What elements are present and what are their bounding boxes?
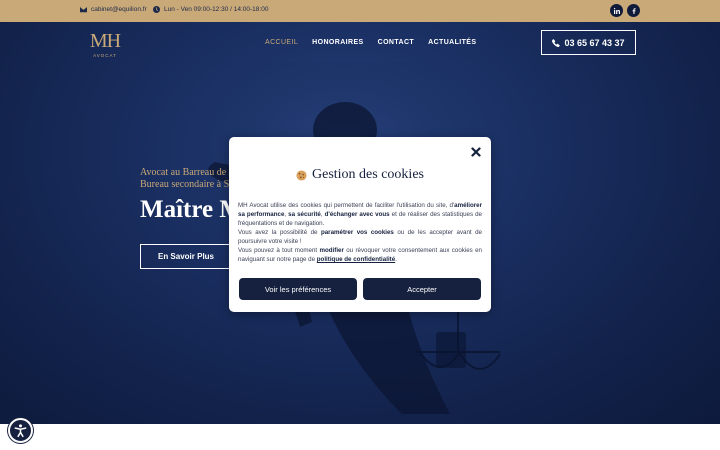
phone-number: 03 65 67 43 37 <box>564 37 625 48</box>
clock-icon <box>153 6 160 13</box>
linkedin-icon[interactable] <box>610 4 623 17</box>
cookie-modal-header: Gestion des cookies <box>229 167 491 183</box>
learn-more-button[interactable]: En Savoir Plus <box>140 244 232 269</box>
cookie-text-segment: . <box>395 256 397 263</box>
cookie-text-bold: d'échanger avec vous <box>324 211 390 218</box>
accessibility-button[interactable] <box>8 418 33 443</box>
nav-item-actualites[interactable]: ACTUALITÉS <box>428 39 476 46</box>
site-logo[interactable]: MH AVOCAT <box>88 30 122 58</box>
cookie-text-bold: modifier <box>319 247 344 254</box>
cookie-icon <box>296 169 307 181</box>
cookie-text-segment: Vous pouvez à tout moment <box>238 247 320 254</box>
facebook-icon[interactable] <box>627 4 640 17</box>
accessibility-icon <box>14 424 27 438</box>
hero-subtitle: Avocat au Barreau de Bureau secondaire à… <box>140 167 229 191</box>
cookie-text-bold: paramétrer vos cookies <box>320 229 394 236</box>
hours-text: Lun - Ven 09:00-12:30 / 14:00-18:00 <box>164 6 269 13</box>
opening-hours: Lun - Ven 09:00-12:30 / 14:00-18:00 <box>153 6 268 13</box>
cookie-text-segment: MH Avocat utilise des cookies qui permet… <box>238 202 455 209</box>
view-preferences-button[interactable]: Voir les préférences <box>239 278 357 300</box>
nav-item-contact[interactable]: CONTACT <box>378 39 415 46</box>
contact-email[interactable]: cabinet@equilion.fr <box>80 6 147 13</box>
phone-icon <box>552 38 561 47</box>
cookie-text-segment: Vous avez la possibilité de <box>238 229 321 236</box>
close-icon[interactable] <box>471 144 481 157</box>
logo-subtitle: AVOCAT <box>93 53 117 58</box>
cookie-consent-modal: Gestion des cookies MH Avocat utilise de… <box>229 137 491 312</box>
cookie-modal-title: Gestion des cookies <box>312 167 424 182</box>
phone-button[interactable]: 03 65 67 43 37 <box>541 30 636 55</box>
cookie-modal-text: MH Avocat utilise des cookies qui permet… <box>238 201 482 264</box>
accept-cookies-button[interactable]: Accepter <box>363 278 481 300</box>
nav-item-accueil[interactable]: ACCUEIL <box>265 39 298 46</box>
top-info-bar: cabinet@equilion.fr Lun - Ven 09:00-12:3… <box>0 0 720 22</box>
hero-subtitle-line2: Bureau secondaire à S <box>140 179 230 190</box>
privacy-policy-link[interactable]: politique de confidentialité <box>317 256 395 263</box>
hero-subtitle-line1: Avocat au Barreau de <box>140 167 227 178</box>
envelope-icon <box>80 6 87 13</box>
cookie-text-bold: sa sécurité <box>288 211 321 218</box>
main-nav: ACCUEIL HONORAIRES CONTACT ACTUALITÉS <box>265 39 476 46</box>
logo-mark: MH <box>89 30 121 52</box>
hero-title: Maître M <box>140 196 243 223</box>
email-text: cabinet@equilion.fr <box>91 6 147 13</box>
nav-item-honoraires[interactable]: HONORAIRES <box>312 39 363 46</box>
